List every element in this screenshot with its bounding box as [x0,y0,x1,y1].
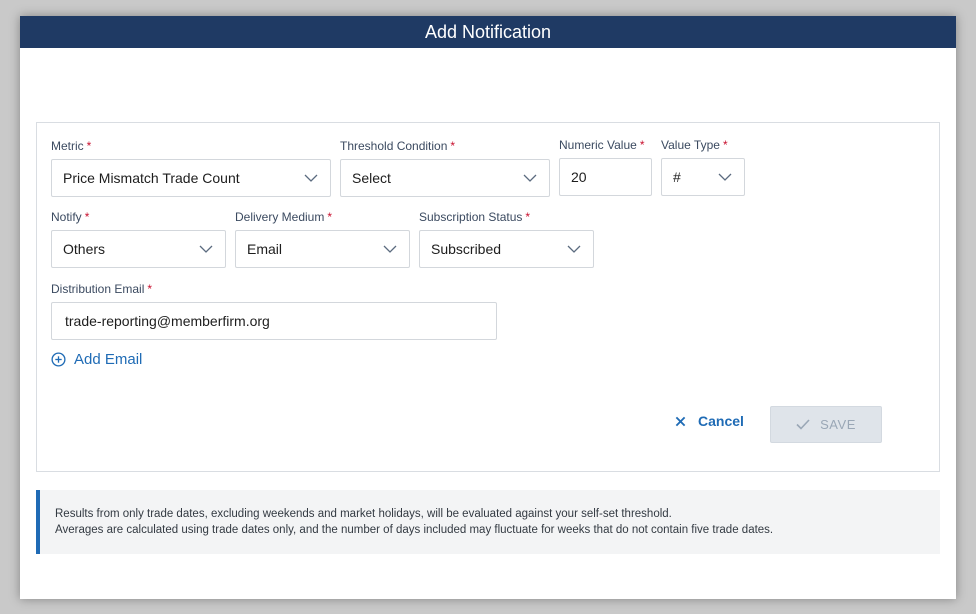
required-marker: * [525,210,531,224]
notify-label-text: Notify [51,210,82,224]
save-label: SAVE [820,417,856,432]
add-email-button[interactable]: Add Email [51,351,142,368]
delivery-medium-select[interactable]: Email [235,230,410,268]
subscription-status-select[interactable]: Subscribed [419,230,594,268]
distribution-email-label-text: Distribution Email [51,282,145,296]
required-marker: * [147,282,153,296]
value-type-label: Value Type * [661,138,728,152]
subscription-status-label: Subscription Status * [419,210,530,224]
metric-label: Metric * [51,139,91,153]
required-marker: * [86,139,92,153]
delivery-medium-label-text: Delivery Medium [235,210,325,224]
numeric-value-label: Numeric Value * [559,138,644,152]
required-marker: * [639,138,645,152]
modal-title: Add Notification [20,16,956,48]
numeric-value-input[interactable]: 20 [559,158,652,196]
add-notification-modal: Add Notification Metric * Price Mismatch … [20,16,956,599]
value-type-value: # [673,169,681,185]
notification-form: Metric * Price Mismatch Trade Count Thres… [36,122,940,472]
metric-value: Price Mismatch Trade Count [63,170,240,186]
chevron-down-icon [523,160,549,196]
numeric-value-text: 20 [571,169,587,185]
notify-value: Others [63,241,106,257]
threshold-condition-label-text: Threshold Condition [340,139,448,153]
delivery-medium-label: Delivery Medium * [235,210,332,224]
metric-label-text: Metric [51,139,84,153]
threshold-condition-select[interactable]: Select [340,159,550,197]
add-email-label: Add Email [74,351,143,368]
notify-select[interactable]: Others [51,230,226,268]
metric-select[interactable]: Price Mismatch Trade Count [51,159,331,197]
check-icon [796,419,810,430]
chevron-down-icon [567,231,593,267]
threshold-condition-label: Threshold Condition * [340,139,455,153]
required-marker: * [722,138,728,152]
info-line-1: Results from only trade dates, excluding… [55,508,672,520]
delivery-medium-value: Email [247,241,283,257]
plus-circle-icon [51,352,66,367]
chevron-down-icon [304,160,330,196]
save-button[interactable]: SAVE [770,406,882,443]
value-type-label-text: Value Type [661,138,720,152]
close-icon [675,416,686,426]
chevron-down-icon [383,231,409,267]
notify-label: Notify * [51,210,89,224]
value-type-select[interactable]: # [661,158,745,196]
required-marker: * [450,139,456,153]
info-note: Results from only trade dates, excluding… [36,490,940,554]
cancel-label: Cancel [698,413,744,429]
required-marker: * [327,210,333,224]
chevron-down-icon [199,231,225,267]
info-line-2: Averages are calculated using trade date… [55,524,774,536]
distribution-email-text: trade-reporting@memberfirm.org [65,313,270,329]
subscription-status-label-text: Subscription Status [419,210,523,224]
subscription-status-value: Subscribed [431,241,502,257]
numeric-value-label-text: Numeric Value [559,138,637,152]
distribution-email-label: Distribution Email * [51,282,152,296]
chevron-down-icon [718,159,744,195]
required-marker: * [84,210,90,224]
cancel-button[interactable]: Cancel [675,413,744,429]
threshold-condition-value: Select [352,170,391,186]
distribution-email-input[interactable]: trade-reporting@memberfirm.org [51,302,497,340]
